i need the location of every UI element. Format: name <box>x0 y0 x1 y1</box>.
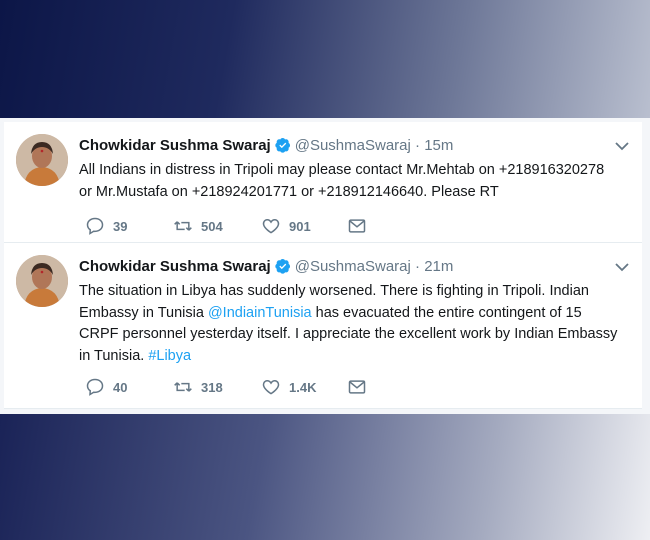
direct-message-button[interactable] <box>347 214 375 238</box>
timestamp[interactable]: 21m <box>424 258 453 275</box>
tweet-text-line: All Indians in distress in Tripoli may p… <box>79 162 605 178</box>
heart-icon <box>262 218 280 234</box>
avatar-portrait-icon <box>16 255 68 307</box>
tweet-text: The situation in Libya has suddenly wors… <box>79 281 639 367</box>
retweet-count: 318 <box>201 379 223 395</box>
chevron-down-icon[interactable] <box>614 261 630 273</box>
handle[interactable]: @SushmaSwaraj <box>295 137 411 154</box>
text-segment: has evacuated the entire contingent of 1… <box>311 304 582 321</box>
verified-badge-icon <box>275 137 291 159</box>
tweet-actions: 40 318 1.4K <box>79 375 499 399</box>
chevron-down-icon[interactable] <box>614 140 630 152</box>
handle[interactable]: @SushmaSwaraj <box>295 258 411 275</box>
tweet-actions: 39 504 901 <box>79 214 499 238</box>
tweet-text-line: The situation in Libya has suddenly wors… <box>79 283 589 299</box>
retweet-icon <box>174 382 192 392</box>
text-segment: in Tunisia. <box>79 347 149 364</box>
tweet-text: All Indians in distress in Tripoli may p… <box>79 160 639 203</box>
verified-badge-icon <box>275 258 291 280</box>
like-count: 901 <box>289 218 311 234</box>
envelope-icon <box>348 219 366 233</box>
tweet-header: Chowkidar Sushma Swaraj @SushmaSwaraj · 1… <box>79 136 453 159</box>
background-top-band <box>0 0 650 118</box>
avatar[interactable] <box>16 255 68 307</box>
like-button[interactable]: 901 <box>261 214 311 238</box>
reply-count: 40 <box>113 379 128 395</box>
hashtag-link[interactable]: #Libya <box>148 348 191 364</box>
text-segment: Embassy in Tunisia <box>79 304 208 321</box>
tweet[interactable]: Chowkidar Sushma Swaraj @SushmaSwaraj · 2… <box>4 243 642 409</box>
retweet-count: 504 <box>201 218 223 234</box>
tweet-text-line: or Mr.Mustafa on +218924201771 or +21891… <box>79 183 499 200</box>
direct-message-button[interactable] <box>347 375 375 399</box>
avatar-portrait-icon <box>16 134 68 186</box>
retweet-button[interactable]: 318 <box>173 375 223 399</box>
display-name[interactable]: Chowkidar Sushma Swaraj <box>79 137 271 154</box>
avatar[interactable] <box>16 134 68 186</box>
like-count: 1.4K <box>289 379 317 395</box>
background-bottom-band <box>0 414 650 540</box>
tweet[interactable]: Chowkidar Sushma Swaraj @SushmaSwaraj · 1… <box>4 122 642 243</box>
separator-dot: · <box>415 137 421 154</box>
tweet-header: Chowkidar Sushma Swaraj @SushmaSwaraj · 2… <box>79 257 453 280</box>
heart-icon <box>262 379 280 395</box>
tweet-text-line: Embassy in Tunisia @IndiainTunisia has e… <box>79 303 639 325</box>
reply-icon <box>86 217 104 235</box>
retweet-icon <box>174 221 192 231</box>
tweet-text-line: CRPF personnel yesterday itself. I appre… <box>79 326 618 342</box>
tweet-text-line: in Tunisia. #Libya <box>79 346 639 368</box>
reply-button[interactable]: 40 <box>85 375 127 399</box>
timestamp[interactable]: 15m <box>424 137 453 154</box>
reply-button[interactable]: 39 <box>85 214 127 238</box>
separator-dot: · <box>415 258 421 275</box>
like-button[interactable]: 1.4K <box>261 375 316 399</box>
display-name[interactable]: Chowkidar Sushma Swaraj <box>79 258 271 275</box>
mention-link[interactable]: @IndiainTunisia <box>208 305 312 321</box>
envelope-icon <box>348 380 366 394</box>
reply-count: 39 <box>113 218 128 234</box>
reply-icon <box>86 378 104 396</box>
retweet-button[interactable]: 504 <box>173 214 223 238</box>
